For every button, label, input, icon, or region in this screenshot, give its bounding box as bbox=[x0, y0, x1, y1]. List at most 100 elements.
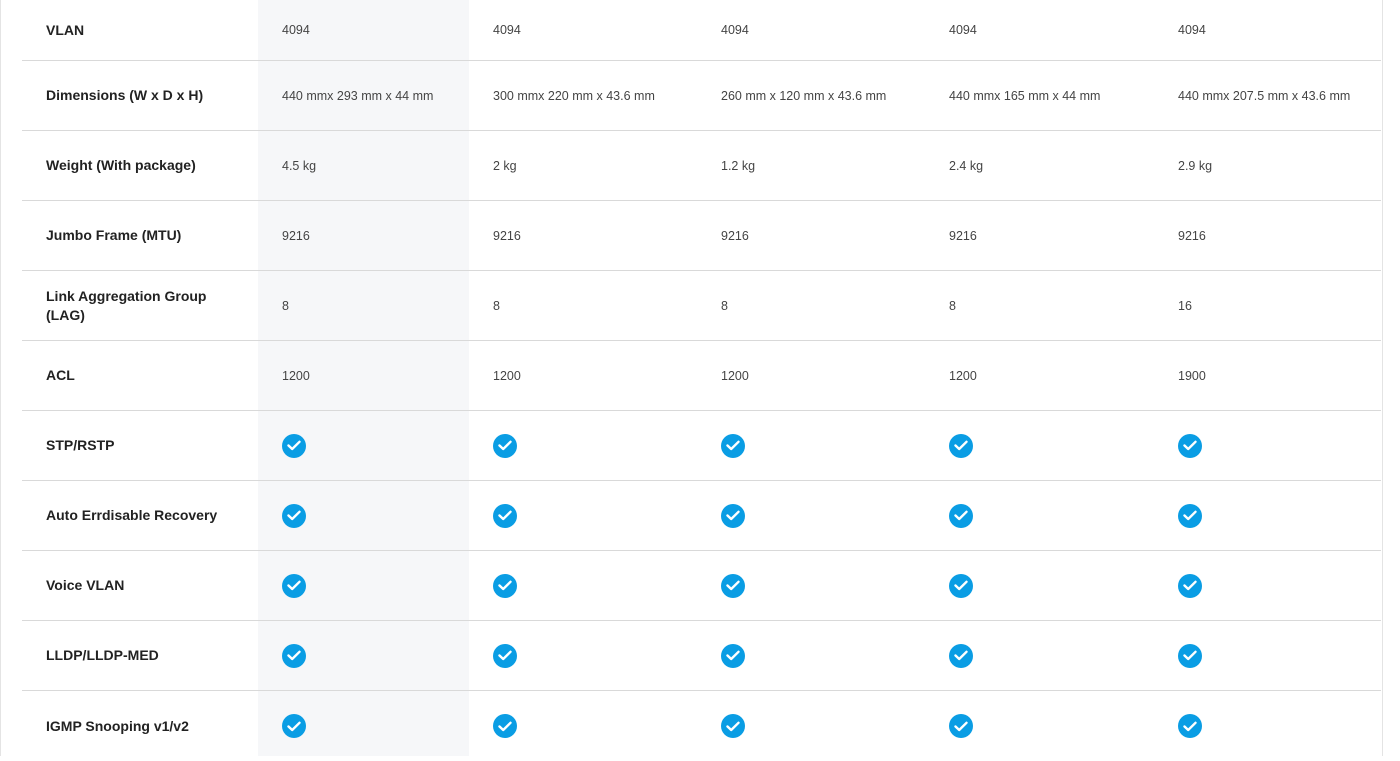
check-circle-icon bbox=[1178, 433, 1202, 458]
value-cell: 8 bbox=[493, 298, 500, 313]
value-cell: 440 mmx 293 mm x 44 mm bbox=[282, 88, 434, 103]
check-circle-icon bbox=[282, 643, 306, 668]
value-cell: 9216 bbox=[282, 228, 310, 243]
check-cell bbox=[721, 691, 745, 761]
value-cell: 16 bbox=[1178, 298, 1192, 313]
value-cell: 4094 bbox=[1178, 23, 1206, 37]
value-cell: 4094 bbox=[721, 23, 749, 37]
spec-comparison-page: VLAN 4094 4094 4094 4094 4094 Dimensions… bbox=[0, 0, 1400, 756]
value-cell: 260 mm x 120 mm x 43.6 mm bbox=[721, 88, 887, 103]
check-cell bbox=[949, 481, 973, 550]
row-label: VLAN bbox=[46, 21, 85, 38]
row-label: Auto Errdisable Recovery bbox=[46, 507, 218, 523]
check-circle-icon bbox=[282, 714, 306, 738]
value-cell: 2.9 kg bbox=[1178, 158, 1213, 173]
value-cell: 9216 bbox=[721, 228, 749, 243]
check-cell bbox=[1178, 481, 1202, 550]
value-cell: 1200 bbox=[493, 368, 521, 383]
check-cell bbox=[721, 621, 745, 690]
check-cell bbox=[282, 551, 306, 620]
value-cell: 9216 bbox=[493, 228, 521, 243]
value-cell: 2 kg bbox=[493, 158, 517, 173]
check-cell bbox=[493, 411, 517, 480]
table-row-lldp: LLDP/LLDP-MED bbox=[22, 621, 1381, 691]
check-circle-icon bbox=[493, 503, 517, 528]
row-label: Voice VLAN bbox=[46, 577, 125, 593]
check-circle-icon bbox=[949, 433, 973, 458]
check-circle-icon bbox=[493, 714, 517, 738]
value-cell: 4094 bbox=[282, 23, 310, 37]
value-cell: 440 mmx 165 mm x 44 mm bbox=[949, 88, 1101, 103]
row-label: ACL bbox=[46, 367, 75, 383]
check-cell bbox=[1178, 411, 1202, 480]
value-cell: 1900 bbox=[1178, 368, 1206, 383]
check-circle-icon bbox=[949, 643, 973, 668]
check-cell bbox=[1178, 621, 1202, 690]
table-row-vlan: VLAN 4094 4094 4094 4094 4094 bbox=[22, 0, 1381, 61]
check-circle-icon bbox=[949, 573, 973, 598]
check-cell bbox=[282, 481, 306, 550]
check-circle-icon bbox=[949, 714, 973, 738]
check-cell bbox=[949, 551, 973, 620]
check-circle-icon bbox=[493, 433, 517, 458]
check-cell bbox=[949, 691, 973, 761]
left-border bbox=[0, 0, 1, 756]
value-cell: 8 bbox=[949, 298, 956, 313]
value-cell: 2.4 kg bbox=[949, 158, 984, 173]
row-label: STP/RSTP bbox=[46, 437, 115, 453]
spec-comparison-table: VLAN 4094 4094 4094 4094 4094 Dimensions… bbox=[22, 0, 1381, 761]
check-circle-icon bbox=[1178, 503, 1202, 528]
table-row-stp-rstp: STP/RSTP bbox=[22, 411, 1381, 481]
right-border bbox=[1382, 0, 1383, 756]
value-cell: 300 mmx 220 mm x 43.6 mm bbox=[493, 88, 655, 103]
check-circle-icon bbox=[493, 643, 517, 668]
row-label: Dimensions (W x D x H) bbox=[46, 87, 204, 103]
value-cell: 1200 bbox=[282, 368, 310, 383]
check-circle-icon bbox=[282, 433, 306, 458]
table-row-weight: Weight (With package) 4.5 kg 2 kg 1.2 kg… bbox=[22, 131, 1381, 201]
check-circle-icon bbox=[282, 573, 306, 598]
row-label: IGMP Snooping v1/v2 bbox=[46, 717, 189, 734]
check-circle-icon bbox=[949, 503, 973, 528]
check-cell bbox=[721, 411, 745, 480]
check-cell bbox=[493, 551, 517, 620]
row-label: Weight (With package) bbox=[46, 157, 196, 173]
table-row-lag: Link Aggregation Group (LAG) 8 8 8 8 16 bbox=[22, 271, 1381, 341]
value-cell: 4094 bbox=[493, 23, 521, 37]
check-cell bbox=[493, 691, 517, 761]
table-row-voice-vlan: Voice VLAN bbox=[22, 551, 1381, 621]
check-circle-icon bbox=[493, 573, 517, 598]
value-cell: 9216 bbox=[1178, 228, 1206, 243]
check-cell bbox=[721, 481, 745, 550]
check-cell bbox=[282, 621, 306, 690]
check-cell bbox=[1178, 551, 1202, 620]
check-cell bbox=[282, 411, 306, 480]
check-cell bbox=[493, 621, 517, 690]
check-circle-icon bbox=[721, 573, 745, 598]
check-circle-icon bbox=[721, 433, 745, 458]
table-row-dimensions: Dimensions (W x D x H) 440 mmx 293 mm x … bbox=[22, 61, 1381, 131]
value-cell: 8 bbox=[282, 298, 289, 313]
value-cell: 8 bbox=[721, 298, 728, 313]
table-row-acl: ACL 1200 1200 1200 1200 1900 bbox=[22, 341, 1381, 411]
table-row-auto-errdisable-recovery: Auto Errdisable Recovery bbox=[22, 481, 1381, 551]
value-cell: 4094 bbox=[949, 23, 977, 37]
value-cell: 4.5 kg bbox=[282, 158, 317, 173]
check-cell bbox=[282, 691, 306, 761]
table-row-jumbo-frame: Jumbo Frame (MTU) 9216 9216 9216 9216 92… bbox=[22, 201, 1381, 271]
check-cell bbox=[1178, 691, 1202, 761]
value-cell: 1200 bbox=[721, 368, 749, 383]
check-circle-icon bbox=[282, 503, 306, 528]
value-cell: 1.2 kg bbox=[721, 158, 756, 173]
check-circle-icon bbox=[721, 643, 745, 668]
value-cell: 1200 bbox=[949, 368, 977, 383]
check-circle-icon bbox=[721, 714, 745, 738]
check-circle-icon bbox=[1178, 714, 1202, 738]
check-cell bbox=[949, 411, 973, 480]
row-label: LLDP/LLDP-MED bbox=[46, 647, 159, 663]
check-circle-icon bbox=[721, 503, 745, 528]
row-label: Link Aggregation Group (LAG) bbox=[46, 287, 207, 323]
table-row-igmp-snooping: IGMP Snooping v1/v2 bbox=[22, 691, 1381, 761]
check-cell bbox=[721, 551, 745, 620]
row-label: Jumbo Frame (MTU) bbox=[46, 227, 182, 243]
